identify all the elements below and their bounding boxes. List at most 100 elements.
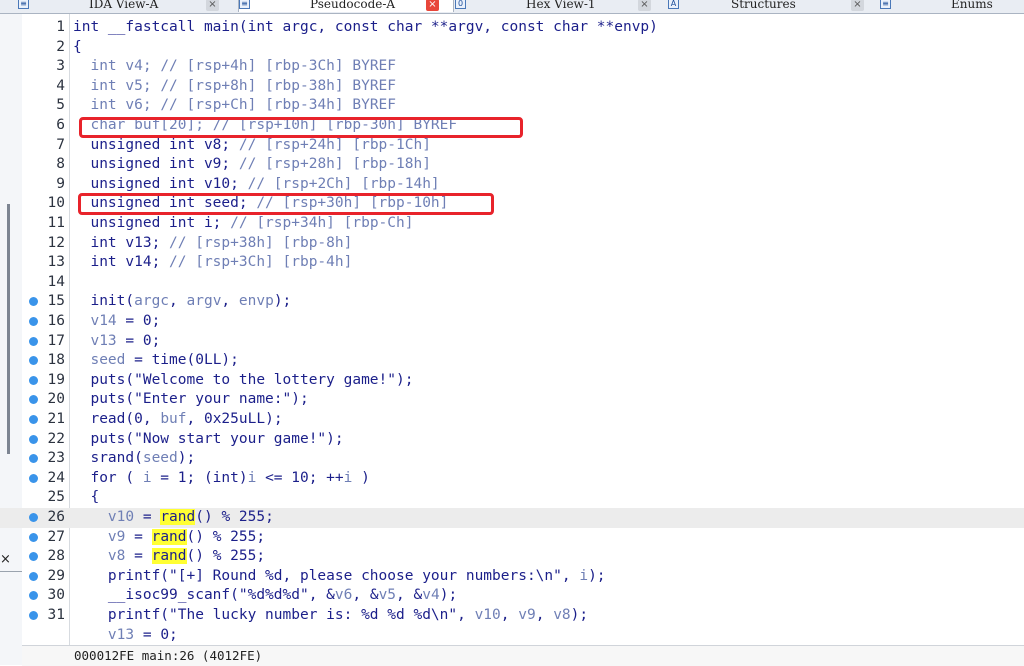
code-token: buf <box>160 411 187 427</box>
code-line[interactable]: 1 int __fastcall main(int argc, const cha… <box>0 18 1024 38</box>
code-line[interactable]: 17 v13 = 0; <box>0 332 1024 352</box>
code-line[interactable]: 25 { <box>0 488 1024 508</box>
code-comment: // [rsp+38h] [rbp-8h] <box>169 234 353 251</box>
line-number: 2 <box>56 38 65 55</box>
code-line[interactable]: 9 unsigned int v10; // [rsp+2Ch] [rbp-14… <box>0 175 1024 195</box>
line-number: 5 <box>56 97 65 114</box>
code-token: init( <box>73 293 135 310</box>
code-token: , & <box>352 587 379 604</box>
code-line[interactable]: 5 int v6; // [rsp+Ch] [rbp-34h] BYREF <box>0 96 1024 116</box>
code-comment: // [rsp+Ch] [rbp-34h] BYREF <box>160 97 397 114</box>
code-line[interactable]: 20 puts("Enter your name:"); <box>0 390 1024 410</box>
code-line[interactable]: 19 puts("Welcome to the lottery game!"); <box>0 371 1024 391</box>
code-line[interactable]: 15 init(argc, argv, envp); <box>0 292 1024 312</box>
code-line[interactable]: 4 int v5; // [rsp+8h] [rbp-38h] BYREF <box>0 77 1024 97</box>
code-token: ) <box>352 469 370 486</box>
tab-ida-view-a[interactable]: ≡ IDA View-A × <box>18 0 233 12</box>
code-line[interactable]: 16 v14 = 0; <box>0 312 1024 332</box>
code-comment: // [rsp+2Ch] [rbp-14h] <box>247 175 440 192</box>
tab-enums[interactable]: ≡ Enums <box>880 0 1024 12</box>
code-token: puts("Welcome to the lottery game!"); <box>73 371 414 388</box>
code-line[interactable]: 8 unsigned int v9; // [rsp+28h] [rbp-18h… <box>0 155 1024 175</box>
status-bar-left <box>22 645 69 666</box>
code-token: int v14; <box>73 254 170 271</box>
tab-structures[interactable]: A Structures × <box>668 0 878 12</box>
code-token: puts("Enter your name:"); <box>73 391 309 408</box>
code-text: v9 = rand() % 255; <box>73 528 265 548</box>
code-line[interactable]: v13 = 0; <box>0 626 1024 646</box>
code-text: int v14; // [rsp+3Ch] [rbp-4h] <box>73 253 352 273</box>
line-number: 6 <box>56 117 65 133</box>
line-number: 7 <box>56 136 65 153</box>
code-text: puts("Now start your game!"); <box>73 430 343 450</box>
code-text: srand(seed); <box>73 449 195 469</box>
code-token: = time(0LL); <box>125 352 239 369</box>
tab-label: Pseudocode-A <box>310 0 396 11</box>
code-token: seed <box>90 352 126 369</box>
tab-hex-view-1[interactable]: 0 Hex View-1 × <box>455 0 665 12</box>
code-line[interactable]: 30 __isoc99_scanf("%d%d%d", &v6, &v5, &v… <box>0 586 1024 606</box>
code-token: , 0x25uLL); <box>186 411 283 427</box>
code-line[interactable]: 27 v9 = rand() % 255; <box>0 528 1024 548</box>
code-text: unsigned int v9; // [rsp+28h] [rbp-18h] <box>73 155 430 175</box>
code-token: v8 <box>553 607 571 623</box>
code-text: unsigned int v10; // [rsp+2Ch] [rbp-14h] <box>73 175 440 195</box>
code-token: , <box>221 293 239 310</box>
code-line[interactable]: 3 int v4; // [rsp+4h] [rbp-3Ch] BYREF <box>0 57 1024 77</box>
code-line[interactable]: 13 int v14; // [rsp+3Ch] [rbp-4h] <box>0 253 1024 273</box>
code-text: seed = time(0LL); <box>73 351 239 371</box>
code-line[interactable]: 12 int v13; // [rsp+38h] [rbp-8h] <box>0 234 1024 254</box>
code-line[interactable]: 2{ <box>0 38 1024 58</box>
structures-icon: A <box>668 0 679 9</box>
code-token: printf("The lucky number is: %d %d %d\n"… <box>73 607 475 623</box>
line-number: 10 <box>47 195 65 212</box>
code-line[interactable]: 31 printf("The lucky number is: %d %d %d… <box>0 606 1024 626</box>
code-token: () % 255; <box>186 528 266 545</box>
code-text: init(argc, argv, envp); <box>73 292 291 312</box>
code-line[interactable]: 21 read(0, buf, 0x25uLL); <box>0 410 1024 430</box>
code-text: int v4; // [rsp+4h] [rbp-3Ch] BYREF <box>73 57 396 77</box>
code-token: i <box>579 567 589 584</box>
tab-close-icon[interactable]: × <box>638 0 651 11</box>
code-line[interactable]: 28 v8 = rand() % 255; <box>0 547 1024 567</box>
tab-close-icon[interactable]: × <box>206 0 219 11</box>
code-token: , <box>500 607 519 623</box>
code-token: argv <box>186 293 222 310</box>
code-line[interactable]: 29 printf("[+] Round %d, please choose y… <box>0 567 1024 587</box>
line-number: 29 <box>47 567 65 584</box>
code-comment: // [rsp+3Ch] [rbp-4h] <box>169 254 353 271</box>
code-text: unsigned int i; // [rsp+34h] [rbp-Ch] <box>73 214 413 234</box>
code-text: puts("Welcome to the lottery game!"); <box>73 371 413 391</box>
code-token: unsigned int v8; <box>73 136 239 153</box>
code-line[interactable]: 11 unsigned int i; // [rsp+34h] [rbp-Ch] <box>0 214 1024 234</box>
line-number: 25 <box>47 489 65 506</box>
code-token: srand( <box>73 450 143 467</box>
code-line[interactable]: 7 unsigned int v8; // [rsp+24h] [rbp-1Ch… <box>0 136 1024 156</box>
ida-view-icon: ≡ <box>18 0 29 9</box>
code-line[interactable]: 18 seed = time(0LL); <box>0 351 1024 371</box>
tab-label: Enums <box>951 0 993 11</box>
code-token: v4 <box>422 587 440 604</box>
code-token: v14 <box>90 313 117 329</box>
pseudocode-view[interactable]: 1 int __fastcall main(int argc, const cha… <box>0 14 1024 645</box>
line-number: 30 <box>47 587 65 604</box>
code-line[interactable]: 24 for ( i = 1; (int)i <= 10; ++i ) <box>0 469 1024 489</box>
code-line[interactable]: 23 srand(seed); <box>0 449 1024 469</box>
code-line[interactable]: 26 v10 = rand() % 255; <box>0 508 1024 528</box>
line-number: 22 <box>47 430 65 447</box>
code-line[interactable]: 22 puts("Now start your game!"); <box>0 430 1024 450</box>
code-token: unsigned int v10; <box>73 175 248 192</box>
line-number: 21 <box>47 411 65 427</box>
line-number: 11 <box>47 215 65 231</box>
tab-close-icon[interactable]: × <box>851 0 864 11</box>
code-token: ); <box>177 450 196 467</box>
code-token: v6 <box>334 587 353 604</box>
code-line[interactable]: 14 <box>0 273 1024 293</box>
tab-pseudocode-a[interactable]: ≡ Pseudocode-A × <box>238 0 454 12</box>
tab-close-icon[interactable]: × <box>426 0 439 11</box>
